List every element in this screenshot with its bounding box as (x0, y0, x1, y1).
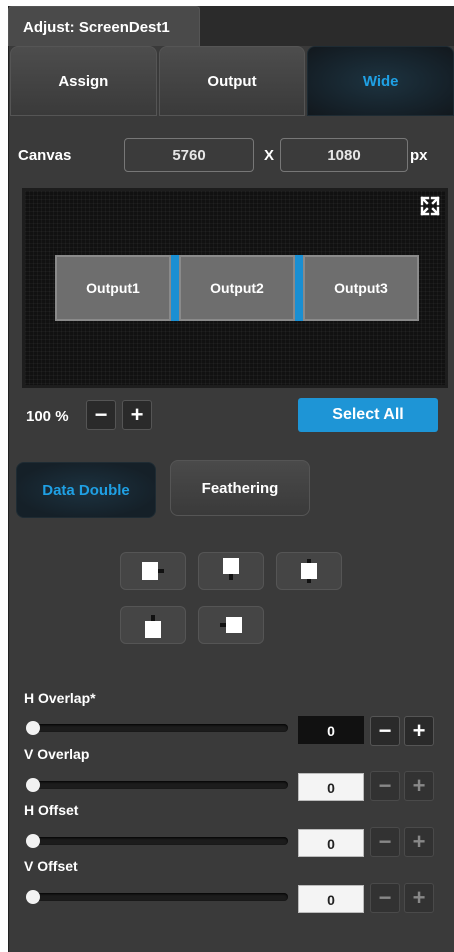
canvas-unit-label: px (410, 147, 428, 164)
output-box[interactable]: Output2 (179, 255, 295, 321)
slider-thumb[interactable] (26, 721, 40, 735)
tab-wide[interactable]: Wide (307, 46, 454, 116)
increment-button[interactable]: + (404, 827, 434, 857)
align-top-center-button[interactable] (198, 552, 264, 590)
align-bottom-center-button[interactable] (120, 606, 186, 644)
slider-track[interactable] (26, 890, 288, 904)
increment-button[interactable]: + (404, 883, 434, 913)
slider-thumb[interactable] (26, 834, 40, 848)
canvas-x-label: X (264, 147, 275, 164)
overlap-separator (171, 255, 179, 321)
decrement-button[interactable]: − (370, 771, 400, 801)
output-box[interactable]: Output3 (303, 255, 419, 321)
value-field[interactable]: 0 (298, 716, 364, 744)
align-top-right-icon (142, 562, 164, 580)
title-bar-background (200, 6, 454, 46)
canvas-width-field[interactable]: 5760 (124, 138, 254, 172)
overlap-separator (295, 255, 303, 321)
decrement-button[interactable]: − (370, 716, 400, 746)
slider-thumb[interactable] (26, 778, 40, 792)
value-field[interactable]: 0 (298, 773, 364, 801)
select-all-button[interactable]: Select All (298, 398, 438, 432)
tab-assign[interactable]: Assign (10, 46, 157, 116)
data-double-button[interactable]: Data Double (16, 462, 156, 518)
align-top-right-button[interactable] (120, 552, 186, 590)
output-layout: Output1 Output2 Output3 (55, 255, 419, 321)
slider-track[interactable] (26, 778, 288, 792)
zoom-level: 100 % (26, 408, 69, 425)
align-bottom-center-icon (145, 615, 161, 638)
canvas-size-row: Canvas 5760 X 1080 px (18, 138, 448, 174)
decrement-button[interactable]: − (370, 827, 400, 857)
canvas-height-field[interactable]: 1080 (280, 138, 408, 172)
value-field[interactable]: 0 (298, 885, 364, 913)
slider-label: V Offset (24, 858, 78, 874)
feathering-button[interactable]: Feathering (170, 460, 310, 516)
tab-output[interactable]: Output (158, 46, 306, 116)
slider-label: H Offset (24, 802, 79, 818)
slider-thumb[interactable] (26, 890, 40, 904)
zoom-in-button[interactable]: + (122, 400, 152, 430)
slider-track[interactable] (26, 721, 288, 735)
align-top-center-icon (223, 558, 239, 580)
slider-label: V Overlap (24, 746, 90, 762)
decrement-button[interactable]: − (370, 883, 400, 913)
value-field[interactable]: 0 (298, 829, 364, 857)
increment-button[interactable]: + (404, 716, 434, 746)
expand-icon[interactable] (419, 195, 441, 217)
align-left-center-icon (220, 617, 242, 633)
align-center-icon (301, 559, 317, 583)
output-box[interactable]: Output1 (55, 255, 171, 321)
slider-label: H Overlap* (24, 690, 96, 706)
canvas-preview[interactable]: Output1 Output2 Output3 (22, 188, 448, 388)
zoom-out-button[interactable]: − (86, 400, 116, 430)
align-center-button[interactable] (276, 552, 342, 590)
zoom-row: 100 % − + Select All (18, 398, 448, 434)
window-title: Adjust: ScreenDest1 (8, 6, 200, 46)
tab-bar: Assign Output Wide (10, 46, 454, 116)
increment-button[interactable]: + (404, 771, 434, 801)
align-left-center-button[interactable] (198, 606, 264, 644)
canvas-label: Canvas (18, 147, 72, 164)
slider-track[interactable] (26, 834, 288, 848)
